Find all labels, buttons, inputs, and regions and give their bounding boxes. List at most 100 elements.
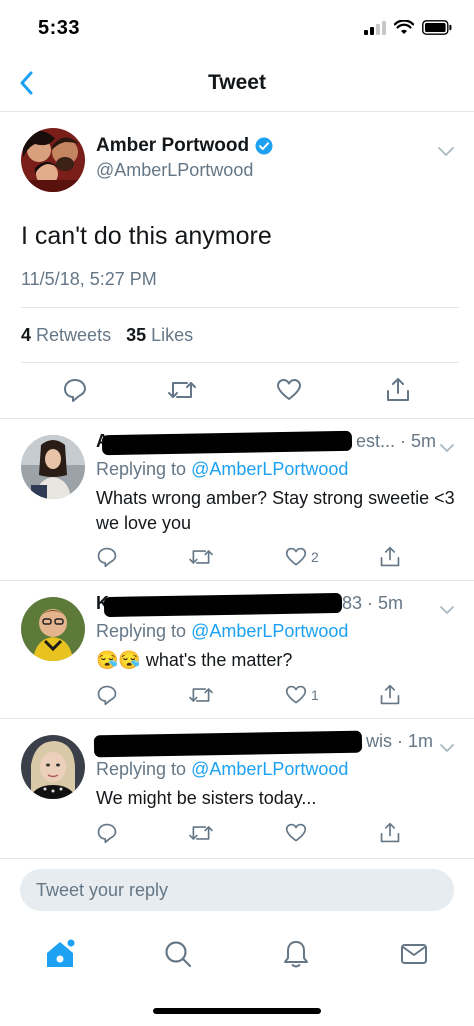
- author-name[interactable]: Amber Portwood: [96, 135, 273, 157]
- like-icon: [277, 379, 301, 400]
- reply-meta: 83 · 5m: [342, 593, 404, 613]
- like-icon: [285, 685, 307, 704]
- reply-menu-button[interactable]: [440, 737, 454, 758]
- like-button[interactable]: 2: [285, 546, 319, 568]
- replying-to: Replying to @AmberLPortwood: [96, 759, 349, 779]
- reply-icon: [97, 823, 117, 844]
- like-button[interactable]: [285, 822, 311, 844]
- reply-text: We might be sisters today...: [96, 788, 317, 808]
- reply-actions: [0, 822, 474, 852]
- reply-tweet[interactable]: K 83 · 5m Replying to @AmberLPortwood 😪😪…: [0, 580, 474, 718]
- like-button[interactable]: 1: [285, 684, 319, 706]
- reply-meta: wis · 1m: [366, 731, 433, 751]
- share-button[interactable]: [379, 822, 401, 844]
- share-icon: [380, 822, 400, 843]
- home-indicator: [153, 1008, 321, 1014]
- reply-avatar[interactable]: [21, 597, 85, 661]
- reply-tweet[interactable]: wis · 1m Replying to @AmberLPortwood We …: [0, 718, 474, 858]
- mention-link[interactable]: @AmberLPortwood: [191, 759, 348, 779]
- reply-button[interactable]: [62, 377, 88, 403]
- status-bar: 5:33: [0, 0, 474, 56]
- chevron-down-icon: [440, 606, 454, 614]
- status-time: 5:33: [38, 17, 81, 39]
- messages-icon: [401, 944, 427, 964]
- like-icon: [285, 547, 307, 566]
- retweet-button[interactable]: [188, 684, 214, 706]
- reply-text: Whats wrong amber? Stay strong sweetie <…: [96, 488, 455, 533]
- retweet-icon: [168, 382, 196, 398]
- reply-header: K 83 · 5m: [96, 592, 460, 620]
- retweet-button[interactable]: [188, 546, 214, 568]
- likes-stat[interactable]: 35 Likes: [126, 325, 193, 345]
- mention-link[interactable]: @AmberLPortwood: [191, 621, 348, 641]
- author-avatar[interactable]: [21, 128, 85, 192]
- share-icon: [380, 546, 400, 567]
- tab-bar: [0, 920, 474, 990]
- reply-input[interactable]: [20, 869, 454, 911]
- chevron-down-icon: [440, 744, 454, 752]
- share-button[interactable]: [379, 684, 401, 706]
- reply-icon: [64, 379, 86, 402]
- author-handle: @AmberLPortwood: [96, 160, 254, 180]
- tweet-menu-button[interactable]: [438, 144, 454, 162]
- wifi-icon: [394, 20, 414, 34]
- tab-home[interactable]: [40, 934, 80, 974]
- tab-messages[interactable]: [394, 934, 434, 974]
- reply-tweet[interactable]: A est... · 5m Replying to @AmberLPortwoo…: [0, 418, 474, 580]
- search-icon: [165, 941, 192, 968]
- chevron-down-icon: [438, 147, 454, 156]
- redaction-mark: [101, 430, 353, 456]
- retweet-button[interactable]: [188, 822, 214, 844]
- reply-menu-button[interactable]: [440, 599, 454, 620]
- share-icon: [387, 378, 409, 401]
- reply-menu-button[interactable]: [440, 437, 454, 458]
- reply-button[interactable]: [96, 546, 118, 568]
- share-button[interactable]: [379, 546, 401, 568]
- share-icon: [380, 684, 400, 705]
- retweet-icon: [189, 826, 213, 840]
- reply-button[interactable]: [96, 822, 118, 844]
- retweet-icon: [189, 550, 213, 564]
- retweet-icon: [189, 688, 213, 702]
- chevron-down-icon: [440, 444, 454, 452]
- like-count: 2: [311, 549, 319, 565]
- reply-meta: est... · 5m: [356, 431, 437, 451]
- reply-icon: [97, 685, 117, 706]
- nav-bar: Tweet: [0, 56, 474, 112]
- reply-actions: 1: [0, 684, 474, 714]
- retweet-button[interactable]: [167, 377, 197, 403]
- mention-link[interactable]: @AmberLPortwood: [191, 459, 348, 479]
- reply-header: A est... · 5m: [96, 430, 460, 458]
- status-icons: [364, 20, 452, 35]
- reply-button[interactable]: [96, 684, 118, 706]
- like-button[interactable]: [276, 377, 302, 403]
- tab-search[interactable]: [158, 934, 198, 974]
- replying-to: Replying to @AmberLPortwood: [96, 621, 349, 641]
- notifications-icon: [284, 941, 308, 968]
- share-button[interactable]: [385, 377, 411, 403]
- reply-avatar[interactable]: [21, 435, 85, 499]
- divider: [21, 307, 459, 308]
- tweet-text: I can't do this anymore: [21, 222, 272, 250]
- replying-to: Replying to @AmberLPortwood: [96, 459, 349, 479]
- tweet-stats: 4 Retweets 35 Likes: [21, 325, 193, 346]
- reply-composer: [0, 858, 474, 920]
- reply-icon: [97, 547, 117, 568]
- reply-actions: 2: [0, 546, 474, 576]
- redaction-mark: [93, 730, 363, 758]
- retweets-stat[interactable]: 4 Retweets: [21, 325, 111, 345]
- verified-badge-icon: [255, 137, 273, 155]
- home-icon: [47, 939, 75, 967]
- sleepy-face-emoji: 😪😪: [96, 650, 141, 670]
- page-title: Tweet: [208, 71, 266, 94]
- battery-icon: [422, 20, 452, 35]
- reply-text: 😪😪 what's the matter?: [96, 650, 293, 670]
- redaction-mark: [103, 592, 343, 618]
- like-icon: [285, 823, 307, 842]
- tweet-timestamp: 11/5/18, 5:27 PM: [21, 269, 157, 289]
- reply-avatar[interactable]: [21, 735, 85, 799]
- tweet-actions: [0, 377, 474, 417]
- signal-icon: [364, 20, 386, 35]
- tab-notifications[interactable]: [276, 934, 316, 974]
- divider: [21, 362, 459, 363]
